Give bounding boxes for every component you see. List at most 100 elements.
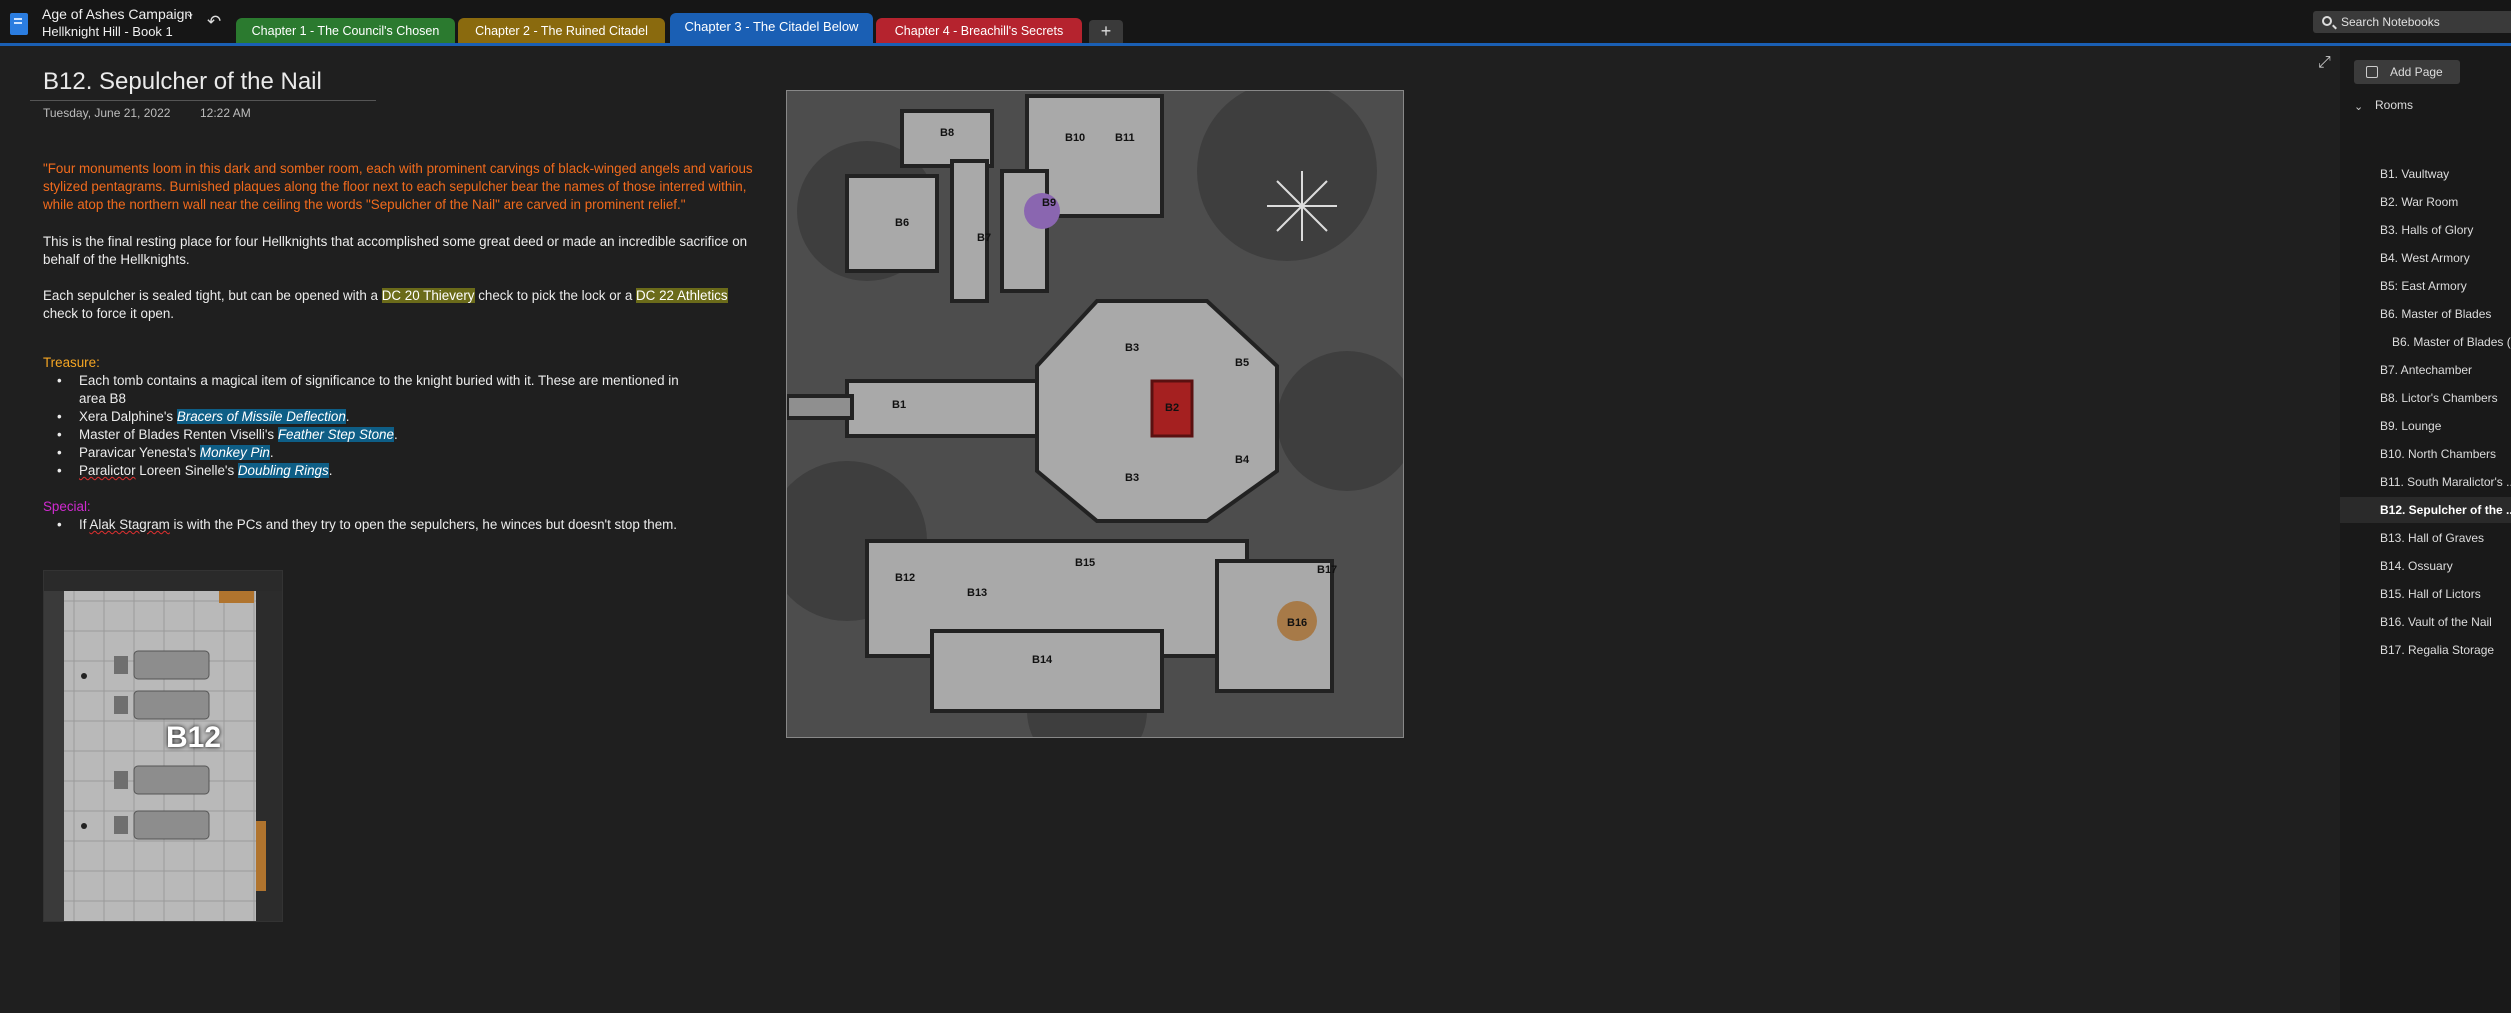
page-time: 12:22 AM [200,106,251,120]
text-run: If [79,517,90,532]
chevron-down-icon[interactable]: ⌄ [2354,100,2363,113]
text-run: check to force it open. [43,306,175,321]
map-label: B17 [1317,564,1337,576]
notebook-name[interactable]: Age of Ashes Campaign [42,6,192,22]
tab-label: Chapter 2 - The Ruined Citadel [475,24,648,38]
map-label: B5 [1235,357,1249,369]
text-run: is with the PCs and they try to open the… [169,517,678,532]
page-item[interactable]: B6. Master of Blades [2340,301,2511,327]
item-highlight: Doubling Rings [237,463,329,478]
misspelled-word: Alak Stagram [89,517,170,532]
text-run: Master of Blades Renten Viselli's [79,427,278,442]
map-label: B16 [1287,617,1307,629]
map-label: B8 [940,127,954,139]
page-item[interactable]: B13. Hall of Graves [2340,525,2511,551]
page-item[interactable]: B9. Lounge [2340,413,2511,439]
item-highlight: Bracers of Missile Deflection [176,409,346,424]
special-list[interactable]: If Alak Stagram is with the PCs and they… [43,516,683,534]
add-page-icon [2366,66,2378,78]
paragraph[interactable]: Each sepulcher is sealed tight, but can … [43,287,763,323]
text-run: check to pick the lock or a [474,288,637,303]
page-canvas[interactable]: B12. Sepulcher of the Nail Tuesday, June… [0,46,2340,1013]
room-label: B12 [166,721,222,754]
map-label: B4 [1235,454,1250,466]
text-run: Xera Dalphine's [79,409,177,424]
page-date: Tuesday, June 21, 2022 [43,106,171,120]
page-item[interactable]: B6. Master of Blades (... [2340,329,2511,355]
page-item[interactable]: B17. Regalia Storage [2340,637,2511,663]
tab-chapter-3[interactable]: Chapter 3 - The Citadel Below [670,13,873,44]
dungeon-map-image[interactable]: B1 B3 B5 B2 B4 B3 B6 B7 B8 B9 B10 B11 B1… [786,90,1404,738]
highlight-dc-thievery: DC 20 Thievery [381,288,475,303]
text-run: Each sepulcher is sealed tight, but can … [43,288,382,303]
page-item[interactable]: B8. Lictor's Chambers [2340,385,2511,411]
text-run: Loreen Sinelle's [135,463,238,478]
chevron-down-icon[interactable]: ⌄ [185,6,195,20]
map-label: B12 [895,572,915,584]
room-b12-drawing [44,571,282,921]
section-group-name[interactable]: Hellknight Hill - Book 1 [42,24,173,39]
page-group-rooms[interactable]: Rooms [2375,98,2413,112]
text-run: . [393,427,398,442]
treasure-list[interactable]: Each tomb contains a magical item of sig… [43,372,683,480]
paragraph[interactable]: This is the final resting place for four… [43,233,763,269]
read-aloud-text[interactable]: "Four monuments loom in this dark and so… [43,160,763,214]
search-input[interactable]: Search Notebooks [2313,11,2511,33]
text-run: Paravicar Yenesta's [79,445,200,460]
map-label: B2 [1165,402,1179,414]
tab-chapter-1[interactable]: Chapter 1 - The Council's Chosen [236,18,455,44]
misspelled-word: Paralictor [79,463,136,478]
title-bar: Age of Ashes Campaign ⌄ Hellknight Hill … [0,0,2511,44]
map-label: B10 [1065,132,1085,144]
map-label: B9 [1042,197,1056,209]
page-item[interactable]: B7. Antechamber [2340,357,2511,383]
page-item[interactable]: B2. War Room [2340,189,2511,215]
tab-chapter-4[interactable]: Chapter 4 - Breachill's Secrets [876,18,1082,44]
map-label: B14 [1032,654,1053,666]
page-item[interactable]: B11. South Maralictor's ... [2340,469,2511,495]
list-item[interactable]: Master of Blades Renten Viselli's Feathe… [43,426,683,444]
text-run: . [345,409,350,424]
page-item[interactable]: B12. Sepulcher of the ... [2340,497,2511,523]
special-heading[interactable]: Special: [43,498,763,516]
map-label: B13 [967,587,987,599]
title-divider [30,100,376,101]
notebook-icon[interactable] [10,13,28,35]
page-item[interactable]: B5: East Armory [2340,273,2511,299]
tab-label: Chapter 3 - The Citadel Below [684,19,859,34]
tab-chapter-2[interactable]: Chapter 2 - The Ruined Citadel [458,18,665,44]
dungeon-map-drawing: B1 B3 B5 B2 B4 B3 B6 B7 B8 B9 B10 B11 B1… [787,91,1403,737]
room-b12-image[interactable]: B12 [43,570,283,922]
page-item[interactable]: B16. Vault of the Nail [2340,609,2511,635]
page-item[interactable]: B1. Vaultway [2340,161,2511,187]
map-label: B15 [1075,557,1095,569]
page-item[interactable]: B4. West Armory [2340,245,2511,271]
page-item[interactable]: B15. Hall of Lictors [2340,581,2511,607]
treasure-heading[interactable]: Treasure: [43,354,763,372]
tab-label: Chapter 4 - Breachill's Secrets [894,24,1064,38]
page-item[interactable]: B3. Halls of Glory [2340,217,2511,243]
highlight-dc-athletics: DC 22 Athletics [636,288,728,303]
list-item[interactable]: Each tomb contains a magical item of sig… [43,372,683,408]
map-label: B11 [1115,132,1135,144]
add-section-button[interactable]: + [1089,20,1123,44]
map-label: B3 [1125,472,1139,484]
list-item[interactable]: If Alak Stagram is with the PCs and they… [43,516,683,534]
list-item[interactable]: Paravicar Yenesta's Monkey Pin. [43,444,683,462]
page-item[interactable]: B14. Ossuary [2340,553,2511,579]
list-item[interactable]: Xera Dalphine's Bracers of Missile Defle… [43,408,683,426]
page-item[interactable]: B10. North Chambers [2340,441,2511,467]
map-label: B6 [895,217,909,229]
map-label: B3 [1125,342,1139,354]
map-label: B7 [977,232,991,244]
item-highlight: Monkey Pin [199,445,270,460]
item-highlight: Feather Step Stone [277,427,394,442]
tab-label: Chapter 1 - The Council's Chosen [251,24,440,38]
undo-icon[interactable]: ↶ [207,12,221,32]
text-run: . [328,463,333,478]
page-title[interactable]: B12. Sepulcher of the Nail [43,68,322,96]
text-run: . [269,445,274,460]
map-label: B1 [892,399,906,411]
expand-icon[interactable]: ⤢ [2318,54,2331,72]
list-item[interactable]: Paralictor Loreen Sinelle's Doubling Rin… [43,462,683,480]
